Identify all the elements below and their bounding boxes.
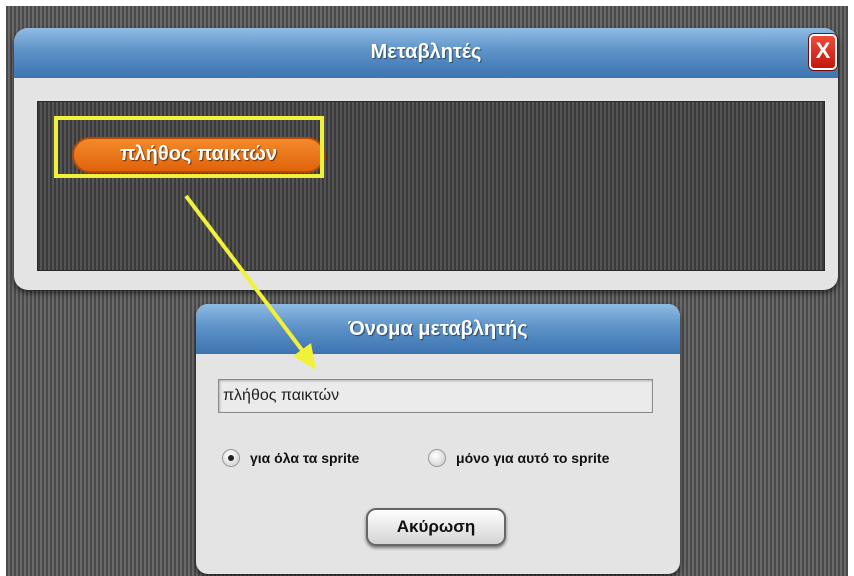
arrow-icon — [184, 194, 316, 370]
arrow-shaft — [184, 194, 307, 356]
arrow-head — [293, 343, 316, 370]
